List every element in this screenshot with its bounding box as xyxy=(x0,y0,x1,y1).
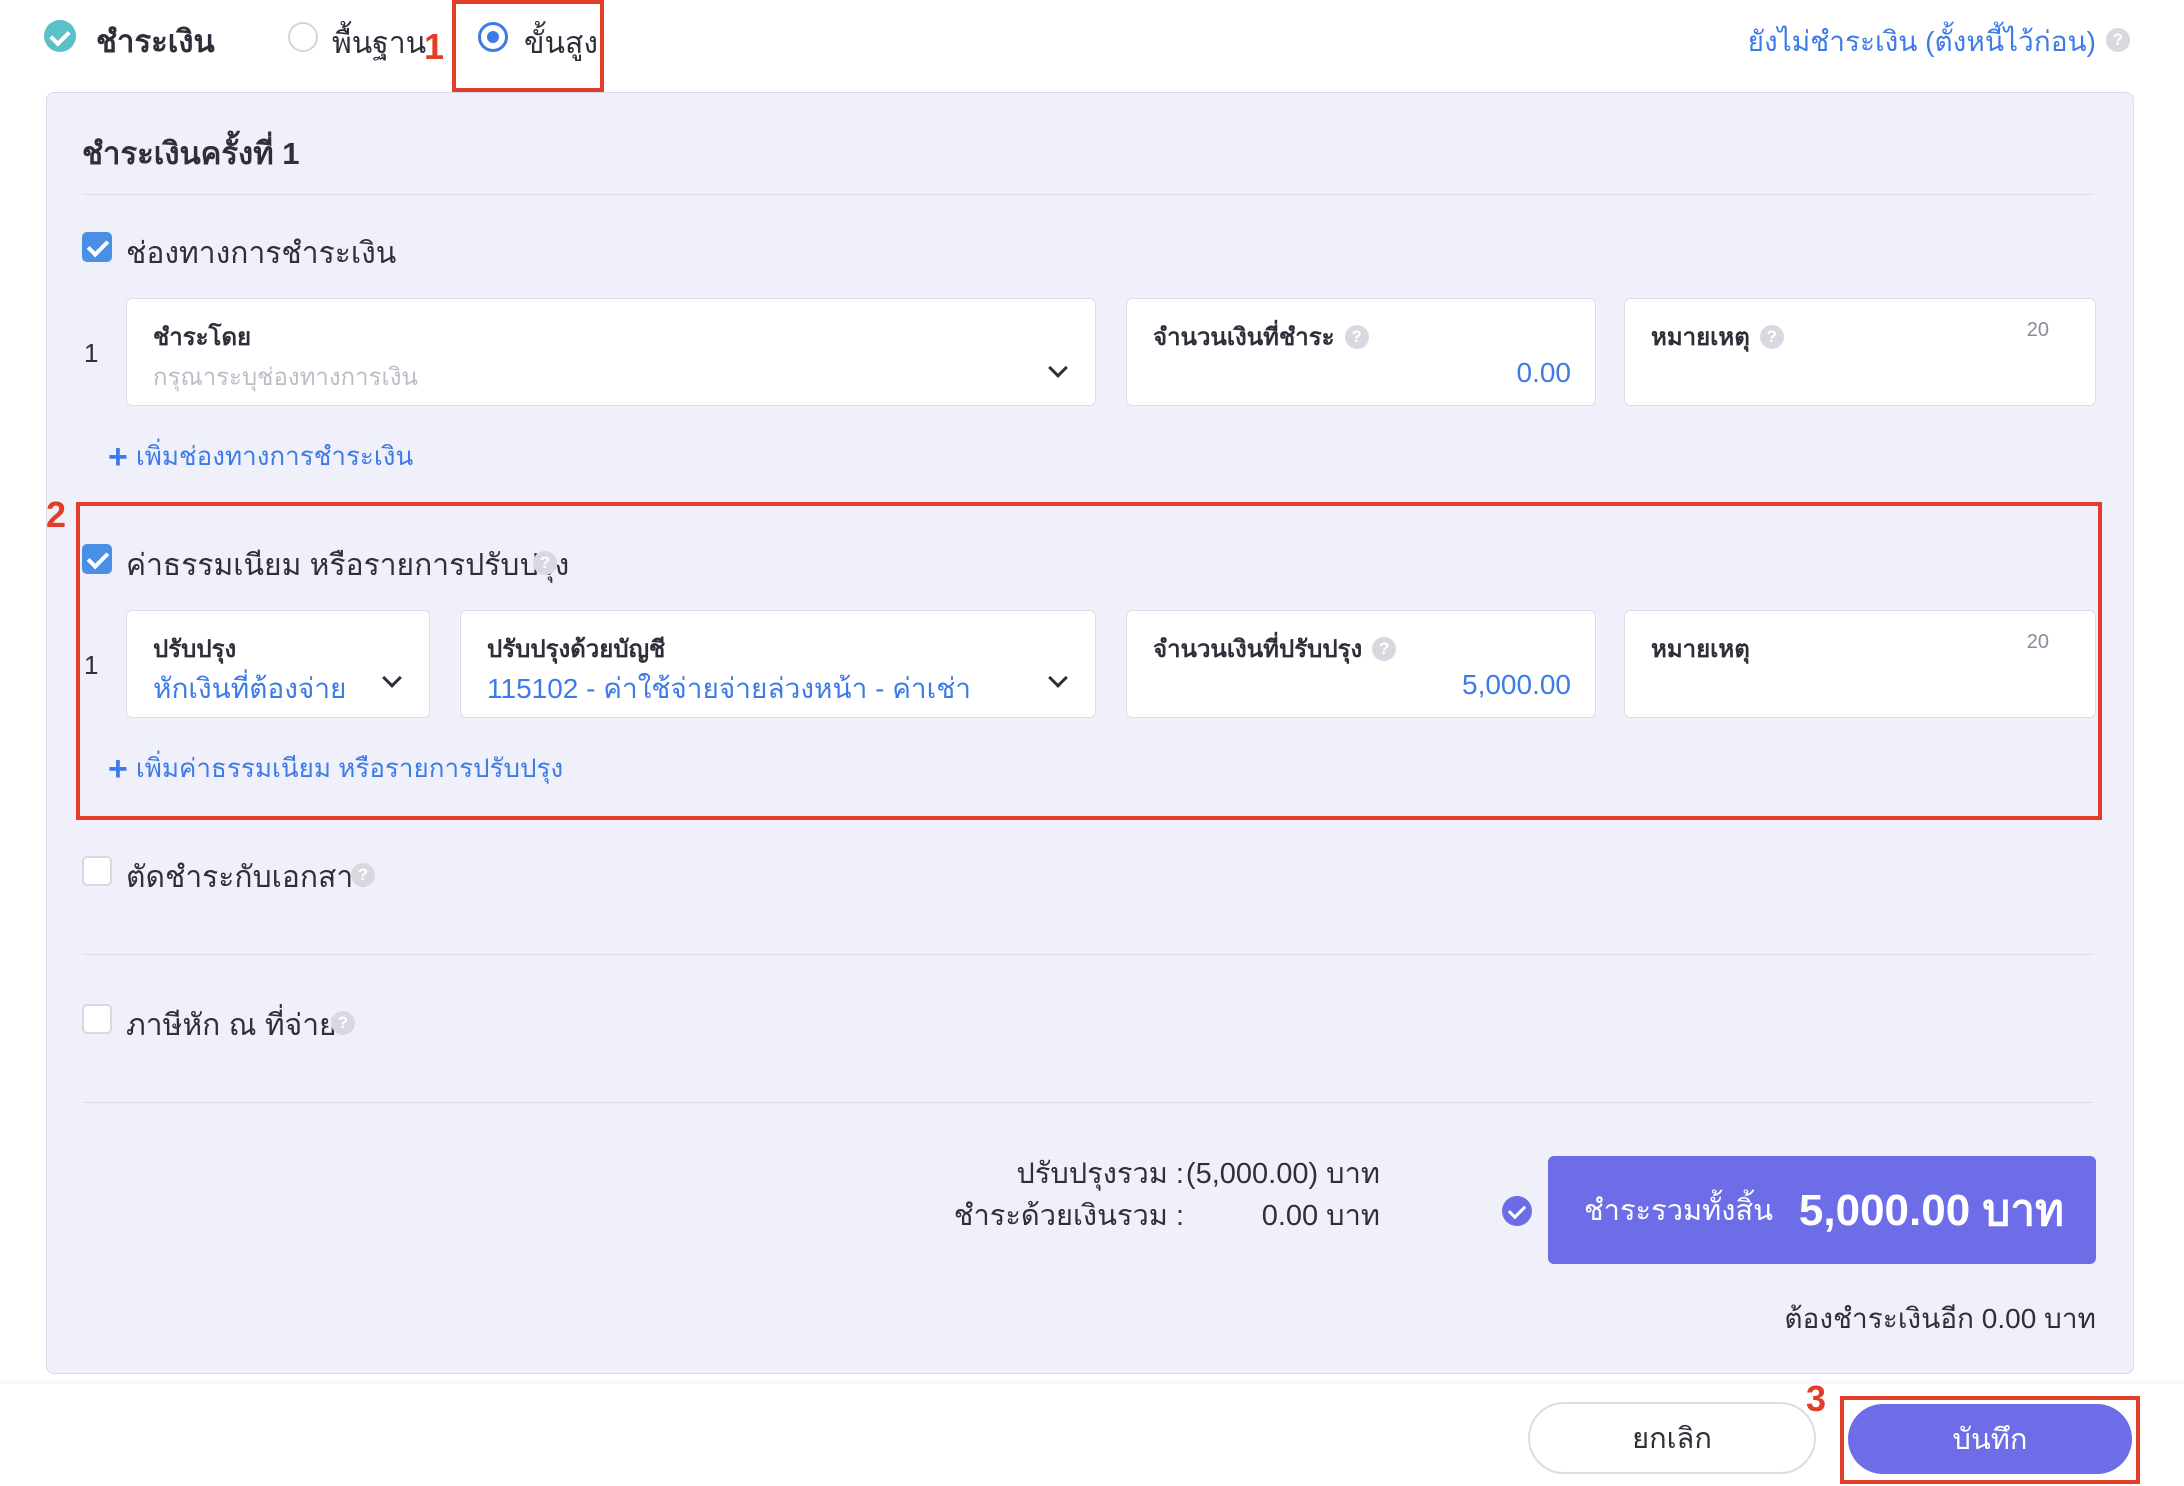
grand-total-value: 5,000.00 บาท xyxy=(1798,1186,2065,1235)
adjust-amount-value[interactable]: 5,000.00 xyxy=(1462,669,1571,701)
total-confirm-icon xyxy=(1502,1196,1532,1226)
unpaid-link[interactable]: ยังไม่ชำระเงิน (ตั้งหนี้ไว้ก่อน) xyxy=(1748,20,2096,64)
pay-note-help-icon[interactable]: ? xyxy=(1759,324,1784,349)
pay-note-field[interactable]: หมายเหตุ ? 20 xyxy=(1624,298,2096,406)
mode-basic-radio[interactable] xyxy=(288,22,318,52)
plus-icon: + xyxy=(108,749,128,788)
chevron-down-icon[interactable] xyxy=(1048,358,1068,378)
pay-by-placeholder: กรุณาระบุช่องทางการเงิน xyxy=(153,364,418,391)
title-divider xyxy=(82,194,2094,195)
pay-amount-help-icon[interactable]: ? xyxy=(1344,324,1369,349)
adjust-amount-help-icon[interactable]: ? xyxy=(1372,636,1397,661)
offset-doc-label: ตัดชำระกับเอกสาร xyxy=(126,861,370,894)
save-button[interactable]: บันทึก xyxy=(1848,1404,2132,1474)
pay-amount-value[interactable]: 0.00 xyxy=(1517,357,1572,389)
mode-advanced-radio[interactable] xyxy=(478,22,508,52)
pay-note-limit: 20 xyxy=(2026,319,2049,341)
annotation-1: 1 xyxy=(424,26,445,67)
adjust-account-label: ปรับปรุงด้วยบัญชี xyxy=(487,636,666,663)
adjust-type-label: ปรับปรุง xyxy=(153,636,237,663)
remaining-amount: ต้องชำระเงินอีก 0.00 บาท xyxy=(1784,1303,2096,1334)
offset-doc-checkbox[interactable] xyxy=(82,856,112,886)
paid-check-icon xyxy=(44,20,76,52)
adjust-note-limit: 20 xyxy=(2026,631,2049,653)
adjust-note-field[interactable]: หมายเหตุ 20 xyxy=(1624,610,2096,718)
cash-total-value: 0.00 บาท xyxy=(1261,1200,1380,1232)
fee-row-number: 1 xyxy=(84,650,99,680)
adjust-account-select[interactable]: ปรับปรุงด้วยบัญชี 115102 - ค่าใช้จ่ายจ่า… xyxy=(460,610,1096,718)
withholding-label: ภาษีหัก ณ ที่จ่าย xyxy=(126,1009,337,1042)
adjust-type-select[interactable]: ปรับปรุง หักเงินที่ต้องจ่าย xyxy=(126,610,430,718)
mode-basic-label[interactable]: พื้นฐาน xyxy=(332,20,426,67)
pay-by-label: ชำระโดย xyxy=(153,324,252,351)
fee-help-icon[interactable]: ? xyxy=(533,551,557,575)
fee-section-label: ค่าธรรมเนียม หรือรายการปรับปรุง xyxy=(126,549,570,582)
cash-total-label: ชำระด้วยเงินรวม : xyxy=(953,1200,1184,1232)
adjust-total-value: (5,000.00) บาท xyxy=(1185,1158,1380,1190)
grand-total-box: ชำระรวมทั้งสิ้น 5,000.00 บาท xyxy=(1548,1156,2096,1264)
fee-checkbox[interactable] xyxy=(82,544,112,574)
annotation-3: 3 xyxy=(1806,1378,1827,1419)
adjust-amount-label: จำนวนเงินที่ปรับปรุง ? xyxy=(1153,629,1397,668)
payment-section-title: ชำระเงินครั้งที่ 1 xyxy=(82,136,300,171)
offset-doc-help-icon[interactable]: ? xyxy=(351,863,375,887)
adjust-amount-field[interactable]: จำนวนเงินที่ปรับปรุง ? 5,000.00 xyxy=(1126,610,1596,718)
add-fee-link[interactable]: + เพิ่มค่าธรรมเนียม หรือรายการปรับปรุง xyxy=(108,748,563,789)
add-fee-label: เพิ่มค่าธรรมเนียม หรือรายการปรับปรุง xyxy=(135,753,564,783)
chevron-down-icon[interactable] xyxy=(382,668,402,688)
grand-total-label: ชำระรวมทั้งสิ้น xyxy=(1584,1195,1773,1227)
chevron-down-icon[interactable] xyxy=(1048,668,1068,688)
withholding-checkbox[interactable] xyxy=(82,1004,112,1034)
adjust-type-value: หักเงินที่ต้องจ่าย xyxy=(153,673,347,704)
withholding-help-icon[interactable]: ? xyxy=(331,1011,355,1035)
mode-advanced-label[interactable]: ขั้นสูง xyxy=(524,20,598,67)
adjust-account-value: 115102 - ค่าใช้จ่ายจ่ายล่วงหน้า - ค่าเช่… xyxy=(487,673,971,704)
pay-amount-field[interactable]: จำนวนเงินที่ชำระ ? 0.00 xyxy=(1126,298,1596,406)
cancel-button[interactable]: ยกเลิก xyxy=(1528,1402,1816,1474)
pay-amount-label: จำนวนเงินที่ชำระ ? xyxy=(1153,317,1369,356)
add-channel-label: เพิ่มช่องทางการชำระเงิน xyxy=(135,441,414,471)
channel-row-number: 1 xyxy=(84,338,99,368)
channel-section-label: ช่องทางการชำระเงิน xyxy=(126,237,397,270)
plus-icon: + xyxy=(108,437,128,476)
offset-divider xyxy=(82,954,2094,955)
page-title: ชำระเงิน xyxy=(96,24,215,59)
adjust-note-label: หมายเหตุ xyxy=(1651,636,1750,663)
channel-checkbox[interactable] xyxy=(82,232,112,262)
annotation-2: 2 xyxy=(46,494,67,535)
add-channel-link[interactable]: + เพิ่มช่องทางการชำระเงิน xyxy=(108,436,413,477)
withholding-divider xyxy=(82,1102,2094,1103)
pay-by-select[interactable]: ชำระโดย กรุณาระบุช่องทางการเงิน xyxy=(126,298,1096,406)
unpaid-help-icon[interactable]: ? xyxy=(2106,28,2130,52)
adjust-total-label: ปรับปรุงรวม : xyxy=(1016,1158,1184,1190)
pay-note-label: หมายเหตุ ? xyxy=(1651,317,1784,356)
